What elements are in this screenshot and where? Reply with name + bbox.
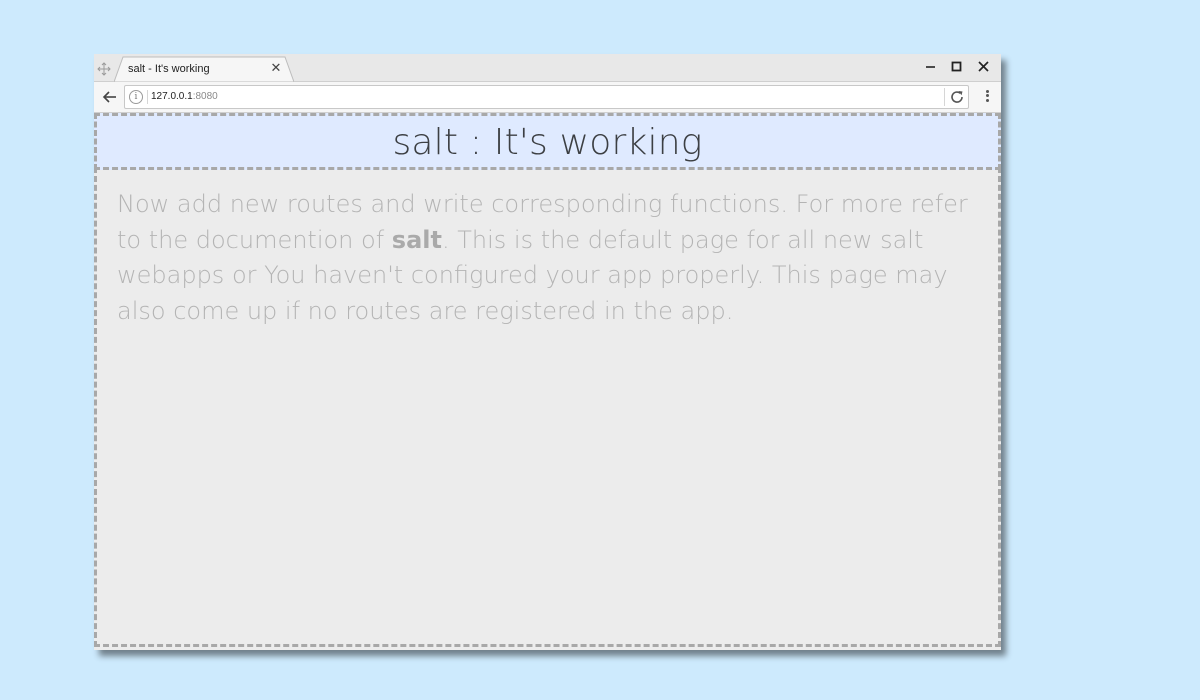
url-port: :8080 xyxy=(192,91,218,102)
tab-close-icon[interactable]: ✕ xyxy=(269,61,283,75)
reload-icon[interactable] xyxy=(949,89,965,105)
minimize-icon[interactable] xyxy=(921,57,941,77)
back-arrow-icon[interactable] xyxy=(101,88,119,106)
window-close-icon[interactable] xyxy=(974,57,994,77)
browser-window: salt - It's working ✕ i 127.0.0.1:8080 s… xyxy=(94,54,1001,650)
page-viewport: salt : It's working Now add new routes a… xyxy=(94,113,1001,650)
omnibox-divider xyxy=(147,90,148,104)
reload-divider xyxy=(944,88,945,106)
browser-toolbar: i 127.0.0.1:8080 xyxy=(94,82,1001,113)
body-paragraph: Now add new routes and write correspondi… xyxy=(117,187,977,329)
maximize-icon[interactable] xyxy=(947,57,967,77)
tab-active[interactable]: salt - It's working ✕ xyxy=(114,56,294,82)
salt-emphasis: salt xyxy=(391,225,442,254)
tab-strip: salt - It's working ✕ xyxy=(94,54,1001,82)
url-host: 127.0.0.1 xyxy=(151,91,193,102)
info-icon[interactable]: i xyxy=(129,90,143,104)
three-dot-menu-icon[interactable] xyxy=(979,88,995,106)
tab-title: salt - It's working xyxy=(128,63,210,75)
page-header: salt : It's working xyxy=(94,113,1001,170)
move-icon[interactable] xyxy=(97,62,111,76)
address-bar[interactable]: i 127.0.0.1:8080 xyxy=(124,85,969,109)
page-title: salt : It's working xyxy=(392,122,703,163)
page-body: Now add new routes and write correspondi… xyxy=(94,167,1001,647)
url-text[interactable]: 127.0.0.1:8080 xyxy=(151,91,218,102)
